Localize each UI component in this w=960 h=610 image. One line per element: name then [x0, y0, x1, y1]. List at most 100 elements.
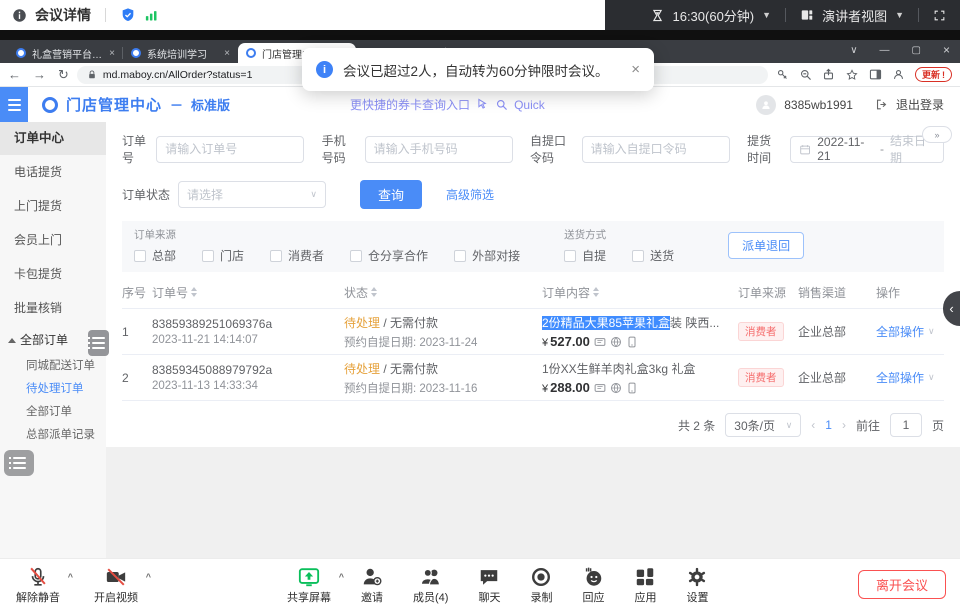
unmute-button[interactable]: 解除静音 ^ [16, 566, 60, 605]
fullscreen-icon[interactable] [933, 9, 946, 22]
sort-icon[interactable] [593, 287, 599, 297]
bookmark-star-icon[interactable] [845, 68, 859, 82]
forward-icon[interactable]: → [33, 67, 46, 82]
logout-icon[interactable] [875, 98, 888, 111]
back-icon[interactable]: ← [8, 67, 21, 82]
share-screen-button[interactable]: 共享屏幕 ^ [287, 566, 331, 605]
next-page-icon[interactable]: › [842, 418, 846, 432]
coupon-icon[interactable] [594, 382, 606, 394]
share-options-caret[interactable]: ^ [339, 572, 344, 582]
checkbox-warehouse-share[interactable]: 仓分享合作 [350, 247, 428, 264]
share-icon[interactable] [822, 68, 835, 81]
chat-button[interactable]: 聊天 [478, 566, 500, 605]
tab-search-chevron-icon[interactable]: ∨ [850, 45, 857, 56]
invite-button[interactable]: 邀请 [361, 566, 383, 605]
coupon-icon[interactable] [594, 336, 606, 348]
order-status-select[interactable]: 请选择 ∨ [178, 181, 326, 208]
phone-input[interactable] [365, 136, 513, 163]
user-avatar[interactable] [756, 95, 776, 115]
sidebar-item-member-visit[interactable]: 会员上门 [0, 223, 106, 257]
meeting-details-label[interactable]: 会议详情 [35, 5, 91, 25]
video-options-caret[interactable]: ^ [146, 572, 151, 582]
order-no-input[interactable] [156, 136, 304, 163]
timer-chevron-down-icon[interactable]: ▼ [762, 10, 771, 20]
checkbox-icon[interactable] [134, 250, 146, 262]
window-close-icon[interactable]: × [943, 43, 950, 57]
window-minimize-icon[interactable]: — [880, 45, 890, 56]
logout-label[interactable]: 退出登录 [896, 96, 944, 113]
apps-button[interactable]: 应用 [634, 566, 656, 605]
sidebar-item-door-pickup[interactable]: 上门提货 [0, 189, 106, 223]
checkbox-icon[interactable] [632, 250, 644, 262]
leave-meeting-button[interactable]: 离开会议 [858, 570, 946, 599]
current-page[interactable]: 1 [825, 418, 832, 432]
security-shield-icon[interactable] [120, 7, 136, 23]
sidebar-drag-handle[interactable] [88, 330, 109, 356]
globe-icon[interactable] [610, 382, 622, 394]
pickup-code-input[interactable] [582, 136, 730, 163]
checkbox-icon[interactable] [350, 250, 362, 262]
window-restore-icon[interactable]: ▢ [912, 45, 921, 56]
side-panel-icon[interactable] [869, 68, 882, 81]
checkbox-external[interactable]: 外部对接 [454, 247, 520, 264]
row-actions-dropdown[interactable]: 全部操作∨ [876, 323, 944, 340]
order-id[interactable]: 83859389251069376a [152, 317, 344, 331]
order-id[interactable]: 83859345088979792a [152, 363, 344, 377]
page-size-select[interactable]: 30条/页 ∨ [725, 413, 801, 437]
advanced-filter-link[interactable]: 高级筛选 [446, 186, 494, 203]
menu-hamburger-icon[interactable] [0, 87, 28, 122]
tab-close-icon[interactable]: × [109, 48, 115, 59]
sidebar-child-pending-orders[interactable]: 待处理订单 [0, 378, 106, 401]
checkbox-icon[interactable] [564, 250, 576, 262]
sidebar-child-city-delivery[interactable]: 同城配送订单 [0, 355, 106, 378]
profile-icon[interactable] [892, 68, 905, 81]
sidebar-item-phone-pickup[interactable]: 电话提货 [0, 155, 106, 189]
col-content[interactable]: 订单内容 [542, 284, 738, 301]
col-status[interactable]: 状态 [344, 284, 542, 301]
checkbox-delivery[interactable]: 送货 [632, 247, 674, 264]
sort-icon[interactable] [371, 287, 377, 297]
record-button[interactable]: 录制 [530, 566, 552, 605]
info-icon[interactable] [12, 8, 27, 23]
content-selected-text[interactable]: 2份精品大果85苹果礼盒 [542, 316, 670, 330]
floating-list-button[interactable] [4, 450, 34, 476]
globe-icon[interactable] [610, 336, 622, 348]
view-chevron-down-icon[interactable]: ▼ [895, 10, 904, 20]
view-mode-label[interactable]: 演讲者视图 [822, 6, 887, 25]
tab-close-icon[interactable]: × [224, 48, 230, 59]
dispatch-return-button[interactable]: 派单退回 [728, 232, 804, 259]
goto-page-input[interactable] [890, 413, 922, 437]
reactions-button[interactable]: 回应 [582, 566, 604, 605]
sidebar-child-hq-dispatch-log[interactable]: 总部派单记录 [0, 424, 106, 447]
browser-tab-1[interactable]: 礼盒营销平台管理中心 × [8, 43, 123, 63]
members-button[interactable]: 成员(4) [413, 566, 448, 605]
sidebar-item-batch-verify[interactable]: 批量核销 [0, 291, 106, 325]
sort-icon[interactable] [191, 287, 197, 297]
mic-options-caret[interactable]: ^ [68, 572, 73, 582]
browser-tab-2[interactable]: 系统培训学习 × [123, 43, 238, 63]
date-range-picker[interactable]: 2022-11-21 - 结束日期 [790, 136, 944, 163]
checkbox-store[interactable]: 门店 [202, 247, 244, 264]
settings-button[interactable]: 设置 [686, 566, 708, 605]
filter-collapse-button[interactable]: » [922, 126, 952, 143]
sidebar-section-order-center[interactable]: 订单中心 [0, 122, 106, 155]
search-button[interactable]: 查询 [360, 180, 422, 209]
row-actions-dropdown[interactable]: 全部操作∨ [876, 369, 944, 386]
toast-close-icon[interactable]: × [631, 61, 640, 78]
checkbox-icon[interactable] [454, 250, 466, 262]
promo-link[interactable]: 更快捷的券卡查询入口 Quick [350, 96, 545, 113]
checkbox-hq[interactable]: 总部 [134, 247, 176, 264]
zoom-icon[interactable] [799, 68, 812, 81]
checkbox-consumer[interactable]: 消费者 [270, 247, 324, 264]
col-order-no[interactable]: 订单号 [152, 284, 344, 301]
checkbox-self-pickup[interactable]: 自提 [564, 247, 606, 264]
start-video-button[interactable]: 开启视频 ^ [94, 566, 138, 605]
password-key-icon[interactable] [776, 68, 789, 81]
mobile-icon[interactable] [626, 382, 638, 394]
network-signal-icon[interactable] [144, 8, 159, 23]
mobile-icon[interactable] [626, 336, 638, 348]
prev-page-icon[interactable]: ‹ [811, 418, 815, 432]
sidebar-item-card-pickup[interactable]: 卡包提货 [0, 257, 106, 291]
sidebar-child-all-orders[interactable]: 全部订单 [0, 401, 106, 424]
chrome-update-button[interactable]: 更新! [915, 67, 952, 82]
